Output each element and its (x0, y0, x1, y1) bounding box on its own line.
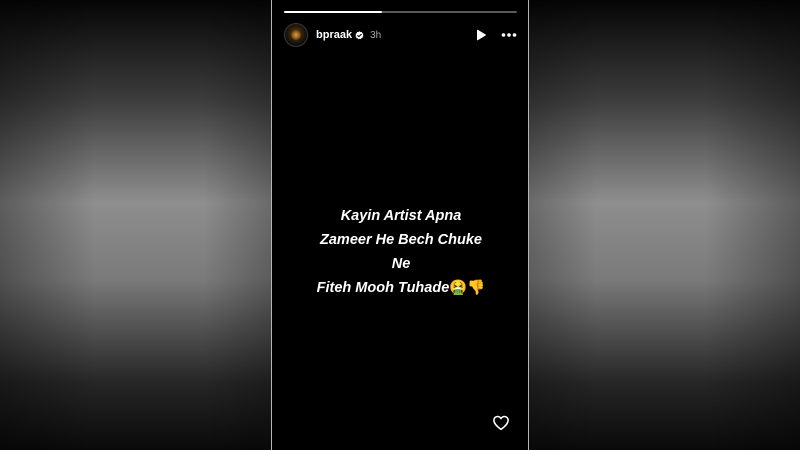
verified-badge-icon (355, 30, 364, 40)
story-text-line: Kayin Artist Apna (340, 208, 462, 224)
emoji-sticker: 🤮👎 (449, 280, 486, 296)
heart-icon[interactable] (492, 414, 510, 432)
story-header: bpraak 3h (284, 22, 517, 48)
blurred-background-right (529, 0, 800, 450)
story-viewer[interactable]: bpraak 3h Kayin Artist Apna Zameer He Be… (271, 0, 529, 450)
story-progress-bar (284, 11, 517, 13)
username[interactable]: bpraak (316, 29, 352, 41)
story-text-line: Ne (391, 256, 411, 272)
story-controls (475, 29, 517, 41)
avatar[interactable] (284, 23, 308, 47)
story-text-line-last: Fiteh Mooh Tuhade🤮👎 (282, 276, 520, 300)
more-options-icon[interactable] (501, 32, 517, 38)
story-text: Kayin Artist Apna Zameer He Bech Chuke N… (282, 204, 520, 300)
play-icon[interactable] (475, 29, 487, 41)
story-text-line: Zameer He Bech Chuke (320, 232, 482, 248)
blurred-background-left (0, 0, 271, 450)
story-text-line-content: Fiteh Mooh Tuhade (316, 280, 450, 296)
avatar-image (291, 30, 301, 40)
story-progress-fill (284, 11, 382, 13)
post-time: 3h (370, 29, 382, 41)
